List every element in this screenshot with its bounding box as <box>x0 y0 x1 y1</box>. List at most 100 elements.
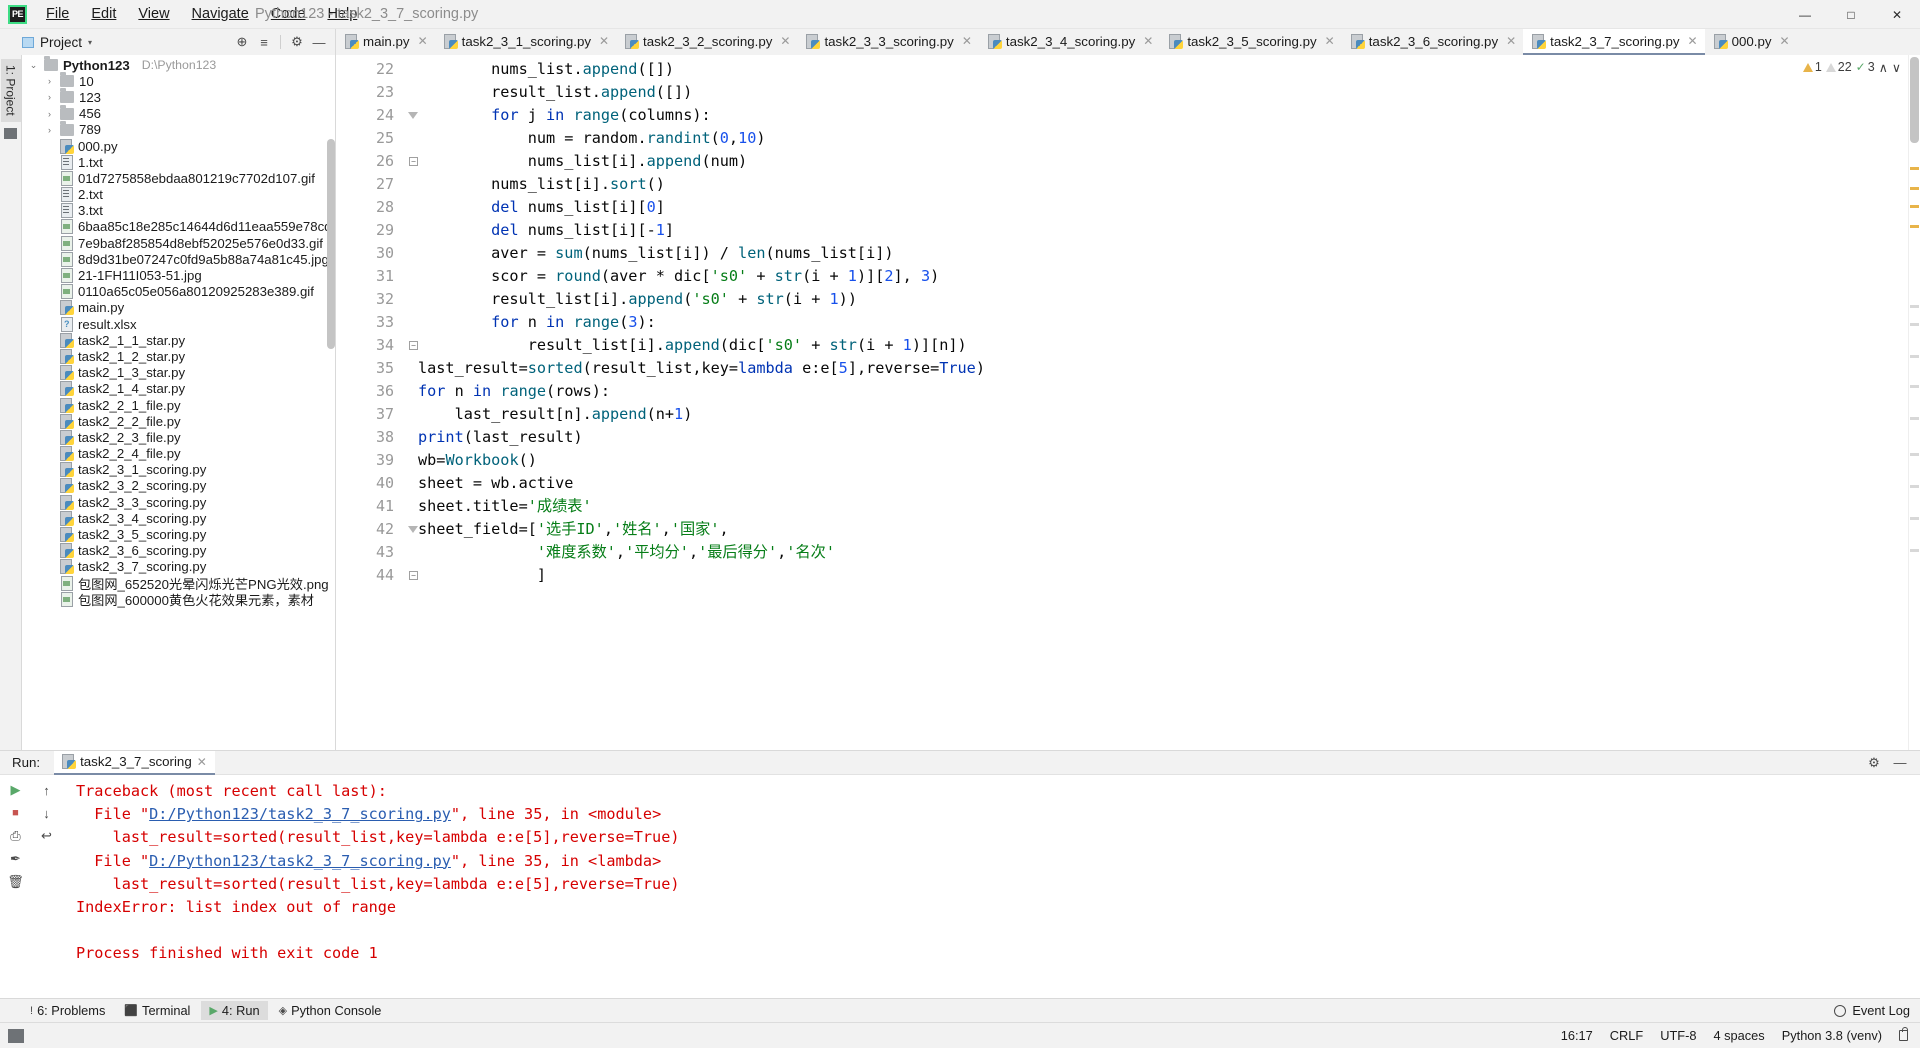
console-file-link[interactable]: D:/Python123/task2_3_7_scoring.py <box>149 852 451 870</box>
menu-edit[interactable]: Edit <box>80 3 127 25</box>
tree-row[interactable]: main.py <box>22 300 335 316</box>
stripe-mark-weak[interactable] <box>1910 417 1919 420</box>
caret-position[interactable]: 16:17 <box>1561 1028 1593 1043</box>
code-area[interactable]: 22 23 24 25 26−27 28 29 30 31 32 33 34−35 36 37 38 39 40… <box>336 55 1920 750</box>
settings-gear-icon[interactable]: ⚙ <box>287 32 307 52</box>
code-line[interactable]: result_list[i].append(dic['s0' + str(i +… <box>418 334 1908 357</box>
fold-marker-icon[interactable] <box>408 112 418 119</box>
close-icon[interactable]: ✕ <box>1143 34 1153 48</box>
toolwindow-button-run[interactable]: ▶ 4: Run <box>201 1001 268 1020</box>
event-log-button[interactable]: Event Log <box>1834 1003 1920 1018</box>
locate-icon[interactable]: ⊕ <box>232 32 252 52</box>
stripe-mark-weak[interactable] <box>1910 485 1919 488</box>
stripe-mark-warning[interactable] <box>1910 167 1919 170</box>
tree-row[interactable]: task2_2_2_file.py <box>22 413 335 429</box>
code-line[interactable]: ] <box>418 564 1908 587</box>
close-icon[interactable]: ✕ <box>780 34 790 48</box>
python-interpreter[interactable]: Python 3.8 (venv) <box>1782 1028 1882 1043</box>
chevron-right-icon[interactable]: › <box>44 76 55 86</box>
tree-row[interactable]: › 789 <box>22 120 335 138</box>
fold-marker-icon[interactable] <box>408 526 418 533</box>
tree-scrollbar[interactable] <box>327 139 335 349</box>
sidebar-item-project[interactable]: 1: Project <box>0 59 21 122</box>
tree-row[interactable]: 1.txt <box>22 154 335 170</box>
line-separator[interactable]: CRLF <box>1610 1028 1643 1043</box>
code-line[interactable]: nums_list.append([]) <box>418 58 1908 81</box>
stripe-mark-warning[interactable] <box>1910 225 1919 228</box>
soft-wrap-icon[interactable]: ↩ <box>36 825 58 847</box>
tree-row[interactable]: 8d9d31be07247c0fd9a5b88a74a81c45.jpg <box>22 251 335 267</box>
stripe-mark-weak[interactable] <box>1910 517 1919 520</box>
tree-row[interactable]: task2_1_2_star.py <box>22 348 335 364</box>
tree-row[interactable]: task2_2_3_file.py <box>22 429 335 445</box>
tree-row[interactable]: 包图网_652520光晕闪烁光芒PNG光效.png <box>22 575 335 592</box>
code-line[interactable]: last_result=sorted(result_list,key=lambd… <box>418 357 1908 380</box>
code-line[interactable]: nums_list[i].append(num) <box>418 150 1908 173</box>
collapse-all-icon[interactable]: ≡ <box>254 32 274 52</box>
tree-row[interactable]: task2_1_3_star.py <box>22 365 335 381</box>
close-icon[interactable]: ✕ <box>197 755 207 769</box>
toolwindow-button-python-console[interactable]: ◈ Python Console <box>271 1001 390 1020</box>
tree-row[interactable]: task2_3_1_scoring.py <box>22 462 335 478</box>
clear-all-icon[interactable]: 🗑 <box>5 871 27 893</box>
maximize-button[interactable]: □ <box>1828 0 1874 29</box>
tree-row[interactable]: › 456 <box>22 104 335 122</box>
code-line[interactable]: for n in range(rows): <box>418 380 1908 403</box>
editor-tab-task2_3_6_scoring-py[interactable]: task2_3_6_scoring.py ✕ <box>1341 29 1524 55</box>
code-line[interactable]: del nums_list[i][-1] <box>418 219 1908 242</box>
tree-row[interactable]: 0110a65c05e056a80120925283e389.gif <box>22 284 335 300</box>
close-icon[interactable]: ✕ <box>418 34 428 48</box>
close-button[interactable]: ✕ <box>1874 0 1920 29</box>
tree-row[interactable]: 包图网_600000黄色火花效果元素，素材 <box>22 591 335 608</box>
editor-tab-task2_3_1_scoring-py[interactable]: task2_3_1_scoring.py ✕ <box>434 29 617 55</box>
code-line[interactable]: for n in range(3): <box>418 311 1908 334</box>
structure-icon[interactable] <box>4 127 17 139</box>
tree-row[interactable]: task2_2_1_file.py <box>22 397 335 413</box>
scroll-up-icon[interactable]: ↑ <box>36 779 58 801</box>
tree-row[interactable]: result.xlsx <box>22 316 335 332</box>
chevron-down-icon[interactable]: ⌄ <box>28 60 39 71</box>
code-line[interactable]: print(last_result) <box>418 426 1908 449</box>
code-line[interactable]: aver = sum(nums_list[i]) / len(nums_list… <box>418 242 1908 265</box>
close-icon[interactable]: ✕ <box>599 34 609 48</box>
code-line[interactable]: for j in range(columns): <box>418 104 1908 127</box>
hide-panel-icon[interactable]: — <box>1890 753 1910 773</box>
rerun-icon[interactable]: ▶ <box>5 779 27 801</box>
status-menu-icon[interactable] <box>8 1028 24 1043</box>
tree-row[interactable]: 3.txt <box>22 203 335 219</box>
stripe-mark-weak[interactable] <box>1910 549 1919 552</box>
editor-tab-task2_3_4_scoring-py[interactable]: task2_3_4_scoring.py ✕ <box>978 29 1161 55</box>
close-icon[interactable]: ✕ <box>1688 34 1698 48</box>
tree-row[interactable]: 21-1FH11I053-51.jpg <box>22 267 335 284</box>
tree-row[interactable]: 000.py <box>22 138 335 154</box>
editor-tab-task2_3_2_scoring-py[interactable]: task2_3_2_scoring.py ✕ <box>616 29 798 55</box>
code-line[interactable]: result_list.append([]) <box>418 81 1908 104</box>
console-file-link[interactable]: D:/Python123/task2_3_7_scoring.py <box>149 805 451 823</box>
fold-end-icon[interactable]: − <box>409 571 418 580</box>
close-icon[interactable]: ✕ <box>962 34 972 48</box>
tree-row-root[interactable]: ⌄ Python123 D:\Python123 <box>22 56 335 73</box>
tree-row[interactable]: task2_3_3_scoring.py <box>22 494 335 510</box>
close-icon[interactable]: ✕ <box>1780 34 1790 48</box>
code-line[interactable]: scor = round(aver * dic['s0' + str(i + 1… <box>418 265 1908 288</box>
run-console-output[interactable]: Traceback (most recent call last): File … <box>62 775 1920 998</box>
scroll-down-icon[interactable]: ↓ <box>36 802 58 824</box>
file-encoding[interactable]: UTF-8 <box>1660 1028 1696 1043</box>
tree-row[interactable]: 7e9ba8f285854d8ebf52025e576e0d33.gif <box>22 235 335 251</box>
tree-row[interactable]: task2_3_4_scoring.py <box>22 510 335 526</box>
minimize-button[interactable]: — <box>1782 0 1828 29</box>
stripe-mark-weak[interactable] <box>1910 305 1919 308</box>
tree-row[interactable]: 01d7275858ebdaa801219c7702d107.gif <box>22 170 335 186</box>
lock-icon[interactable] <box>1899 1027 1908 1041</box>
code-line[interactable]: last_result[n].append(n+1) <box>418 403 1908 426</box>
chevron-right-icon[interactable]: › <box>44 92 55 102</box>
menu-navigate[interactable]: Navigate <box>181 3 260 25</box>
editor-tab-000-py[interactable]: 000.py ✕ <box>1704 29 1797 55</box>
hide-panel-icon[interactable]: — <box>309 32 329 52</box>
tree-row[interactable]: › 123 <box>22 88 335 105</box>
error-stripe[interactable] <box>1908 55 1920 750</box>
prev-problem-button[interactable]: ∧ <box>1879 60 1888 75</box>
stripe-mark-weak[interactable] <box>1910 385 1919 388</box>
print-icon[interactable]: ⎙ <box>5 825 27 847</box>
tree-row[interactable]: task2_2_4_file.py <box>22 446 335 462</box>
